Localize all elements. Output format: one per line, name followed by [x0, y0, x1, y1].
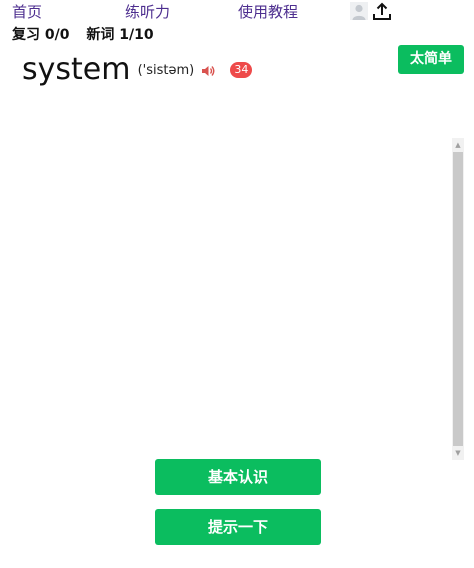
nav-link-listening[interactable]: 练听力 — [125, 2, 170, 22]
vertical-scrollbar[interactable]: ▲ ▼ — [452, 138, 464, 460]
scroll-up-arrow-icon[interactable]: ▲ — [452, 138, 464, 152]
word-header: system ('sistəm) 34 — [22, 52, 253, 92]
word-phonetic: ('sistəm) — [137, 62, 195, 78]
top-nav: 首页 练听力 使用教程 — [0, 2, 474, 22]
user-avatar-icon[interactable] — [350, 2, 368, 20]
content-area: ▲ ▼ — [0, 138, 474, 460]
new-word-count: 新词 1/10 — [86, 27, 154, 43]
nav-link-tutorial[interactable]: 使用教程 — [238, 2, 298, 22]
upload-icon[interactable] — [372, 2, 392, 22]
scroll-down-arrow-icon[interactable]: ▼ — [452, 446, 464, 460]
review-count: 复习 0/0 — [12, 27, 70, 43]
speaker-icon[interactable] — [201, 63, 215, 77]
word-count-badge: 34 — [230, 62, 253, 78]
hint-button[interactable]: 提示一下 — [155, 509, 321, 545]
nav-link-home[interactable]: 首页 — [12, 2, 42, 22]
word-text: system — [22, 52, 131, 87]
too-easy-button[interactable]: 太简单 — [398, 45, 464, 74]
study-progress: 复习 0/0 新词 1/10 — [12, 26, 154, 44]
scrollbar-thumb[interactable] — [453, 152, 463, 446]
basic-known-button[interactable]: 基本认识 — [155, 459, 321, 495]
